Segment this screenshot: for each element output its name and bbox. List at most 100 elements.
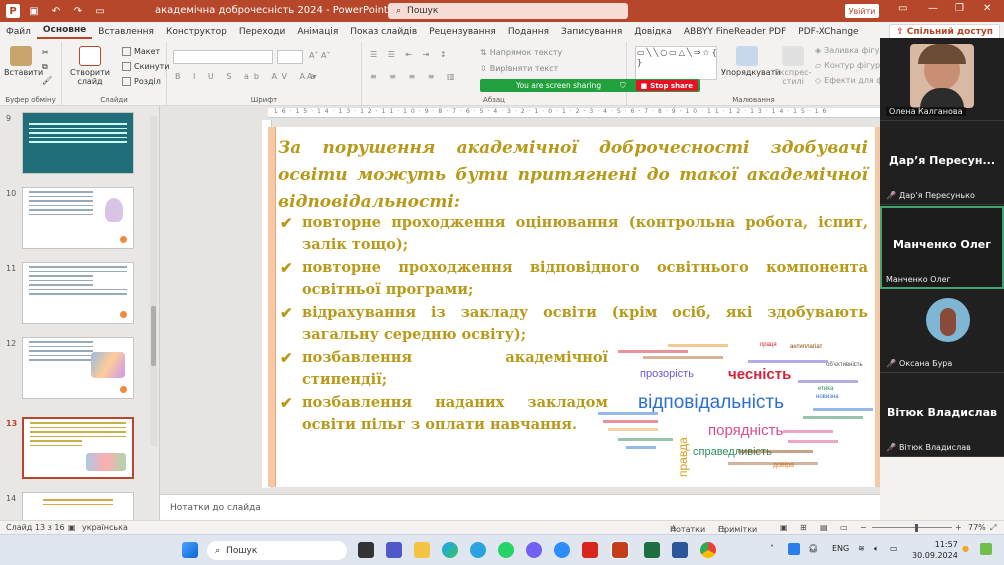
tray-chevron-icon[interactable]: ˄ — [770, 544, 774, 553]
current-slide[interactable]: За порушення академічної доброчесності з… — [268, 127, 880, 487]
onedrive-icon[interactable] — [788, 543, 800, 555]
tab-animations[interactable]: Анімація — [291, 27, 344, 37]
thumbnail-slide[interactable] — [22, 187, 134, 249]
slide-sorter-icon[interactable]: ⊞ — [800, 523, 807, 532]
reading-view-icon[interactable]: ▤ — [820, 523, 828, 532]
zoom-slider[interactable] — [872, 527, 952, 528]
task-view-icon[interactable] — [358, 542, 374, 558]
save-icon[interactable]: ▣ — [26, 4, 42, 18]
align-text-button[interactable]: ⇳ Вирівняти текст — [480, 64, 558, 73]
headset-icon[interactable]: 🎧︎ — [808, 544, 818, 553]
shape-fill-button[interactable]: ◈ Заливка фігури — [815, 46, 890, 55]
tab-view[interactable]: Подання — [502, 27, 555, 37]
shapes-gallery[interactable]: ▭╲╲○▭△╲⇒☆{ } — [635, 46, 717, 80]
wifi-icon[interactable]: ≋ — [858, 544, 865, 553]
reset-button[interactable]: Скинути — [122, 62, 169, 71]
font-grow-icon[interactable]: A˄ A˅ — [309, 51, 331, 60]
zoom-icon[interactable] — [554, 542, 570, 558]
ribbon-options-icon[interactable]: ▭ — [898, 3, 907, 14]
notes-pane[interactable]: Нотатки до слайда — [160, 494, 880, 520]
edge-icon[interactable] — [442, 542, 458, 558]
viber-icon[interactable] — [526, 542, 542, 558]
thumbnail-scrollbar[interactable] — [150, 116, 157, 446]
cut-icon[interactable]: ✂ — [42, 48, 49, 57]
participant-tile[interactable]: Олена Калганова — [880, 38, 1004, 121]
layout-button[interactable]: Макет — [122, 47, 160, 56]
thumbnail-slide[interactable] — [22, 262, 134, 324]
tab-pdfxchange[interactable]: PDF-XChange — [792, 27, 864, 37]
teams-icon[interactable] — [386, 542, 402, 558]
slideshow-view-icon[interactable]: ▭ — [840, 523, 848, 532]
language-indicator[interactable]: українська — [82, 523, 128, 532]
zoom-out-icon[interactable]: − — [860, 523, 867, 532]
search-box[interactable]: ⌕ Пошук — [388, 3, 628, 19]
undo-icon[interactable]: ↶ — [48, 4, 64, 18]
tab-transitions[interactable]: Переходи — [233, 27, 291, 37]
format-painter-icon[interactable]: 🖌 — [42, 76, 52, 85]
chrome-icon[interactable] — [700, 542, 716, 558]
tab-recording[interactable]: Записування — [555, 27, 628, 37]
tab-insert[interactable]: Вставлення — [92, 27, 160, 37]
zoom-slider-thumb[interactable] — [915, 524, 918, 532]
thumbnail-slide[interactable] — [22, 112, 134, 174]
text-direction-button[interactable]: ⇅ Напрямок тексту — [480, 48, 562, 57]
powerpoint-taskbar-icon[interactable] — [611, 541, 629, 559]
stop-share-button[interactable]: ■ Stop share — [635, 80, 698, 91]
thumbnail-slide[interactable] — [22, 492, 134, 520]
notification-icon[interactable]: ● — [962, 544, 969, 553]
font-format-icons[interactable]: B I U S ab AV Aa — [175, 72, 320, 81]
quick-styles-button[interactable]: Експрес-стилі — [773, 46, 813, 86]
copy-icon[interactable]: ⧉ — [42, 62, 48, 72]
participant-tile[interactable]: 🎤̸ Оксана Бура — [880, 290, 1004, 373]
align-icons[interactable]: ≡ ≡ ≡ ≡ ▥ — [370, 72, 460, 81]
shape-outline-button[interactable]: ▱ Контур фігури — [815, 61, 885, 70]
font-name-field[interactable] — [173, 50, 273, 64]
maximize-icon[interactable]: ❐ — [955, 3, 964, 14]
sign-in-button[interactable]: Увійти — [845, 4, 879, 18]
zoom-level[interactable]: 77% — [968, 523, 986, 532]
normal-view-icon[interactable]: ▣ — [780, 523, 788, 532]
section-button[interactable]: Розділ — [122, 77, 161, 86]
speaker-icon[interactable]: 🔈︎ — [874, 544, 879, 554]
tab-review[interactable]: Рецензування — [423, 27, 502, 37]
thumbnail-slide[interactable] — [22, 337, 134, 399]
whatsapp-icon[interactable] — [498, 542, 514, 558]
battery-icon[interactable]: ▭ — [890, 544, 898, 553]
list-icons[interactable]: ☰ ☰ ⇤ ⇥ ↕ — [370, 50, 451, 59]
paste-button[interactable]: Вставити — [4, 46, 43, 77]
windows-start-icon[interactable] — [182, 542, 198, 558]
font-size-field[interactable] — [277, 50, 303, 64]
tab-home[interactable]: Основне — [36, 25, 93, 39]
telegram-icon[interactable] — [470, 542, 486, 558]
redo-icon[interactable]: ↷ — [70, 4, 86, 18]
excel-icon[interactable] — [644, 542, 660, 558]
arrange-button[interactable]: Упорядкувати — [721, 46, 780, 77]
tab-slideshow[interactable]: Показ слайдів — [344, 27, 423, 37]
thumbnail-scrollbar-thumb[interactable] — [151, 306, 156, 366]
slide-title[interactable]: За порушення академічної доброчесності з… — [278, 135, 868, 216]
minimize-icon[interactable]: — — [928, 3, 938, 14]
zoom-in-icon[interactable]: + — [955, 523, 962, 532]
present-icon[interactable]: ▭ — [92, 4, 108, 18]
word-icon[interactable] — [672, 542, 688, 558]
tab-help[interactable]: Довідка — [628, 27, 678, 37]
participant-tile[interactable]: Дар’я Пересун... 🎤̸ Дар’я Пересунько — [880, 122, 1004, 205]
spellcheck-icon[interactable]: ▣ — [68, 523, 76, 532]
participant-tile[interactable]: Вітюк Владислав 🎤̸ Вітюк Владислав — [880, 374, 1004, 457]
taskbar-search[interactable]: ⌕ Пошук — [207, 541, 347, 560]
input-language[interactable]: ENG — [832, 544, 849, 553]
close-icon[interactable]: ✕ — [983, 3, 991, 14]
fit-slide-icon[interactable]: ⤢ — [990, 523, 996, 533]
word-cloud-image[interactable]: відповідальність чесність порядність спр… — [598, 342, 878, 477]
widget-icon[interactable] — [980, 543, 992, 555]
tab-design[interactable]: Конструктор — [160, 27, 233, 37]
participant-tile-active[interactable]: Манченко Олег Манченко Олег — [880, 206, 1004, 289]
new-slide-button[interactable]: Створити слайд — [68, 46, 112, 86]
system-clock[interactable]: 11:57 30.09.2024 — [912, 539, 958, 561]
font-color-icon[interactable]: A▾ — [307, 72, 317, 81]
file-explorer-icon[interactable] — [414, 542, 430, 558]
tab-file[interactable]: Файл — [0, 27, 37, 37]
pdf-editor-icon[interactable] — [582, 542, 598, 558]
thumbnail-slide-active[interactable] — [22, 417, 134, 479]
tab-abbyy[interactable]: ABBYY FineReader PDF — [678, 27, 792, 37]
